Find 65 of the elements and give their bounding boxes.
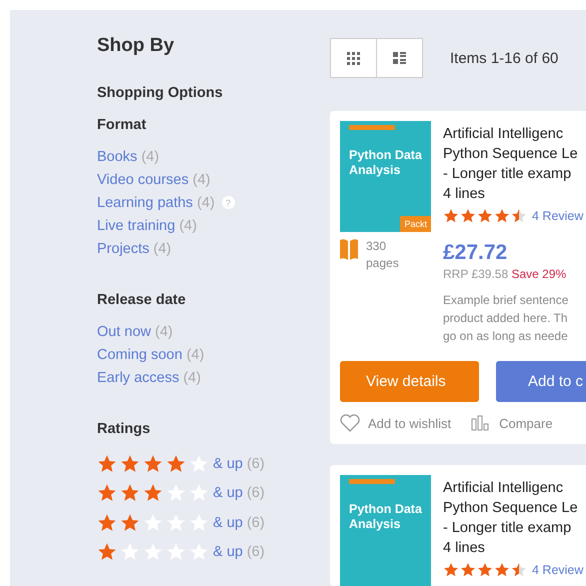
rating-stars[interactable]: [97, 454, 209, 474]
view-details-button[interactable]: View details: [340, 361, 479, 402]
reviews-link[interactable]: 4 Review: [532, 209, 584, 223]
filter-heading: Ratings: [97, 421, 152, 437]
filter-link[interactable]: Early access: [97, 370, 180, 386]
filter-link[interactable]: Learning paths: [97, 194, 193, 210]
filter-link[interactable]: Coming soon: [97, 346, 182, 362]
items-count: Items 1-16 of 60: [450, 50, 558, 66]
rating-link[interactable]: & up: [213, 544, 243, 560]
product-title: - Longer title examp: [443, 519, 572, 538]
rating-link[interactable]: & up: [213, 514, 243, 531]
filter-link[interactable]: Out now: [97, 324, 151, 340]
list-view-icon: [393, 52, 406, 64]
help-icon[interactable]: ?: [222, 196, 235, 209]
product-title: Python Sequence Le: [443, 145, 579, 164]
rating-stars[interactable]: [97, 512, 209, 533]
book-icon: [340, 238, 358, 260]
filter-count: (4): [155, 324, 173, 340]
cover-title: Python Data Analysis: [349, 502, 423, 532]
filter-count: (4): [179, 218, 197, 234]
filter-count: (4): [196, 194, 215, 210]
filter-count: (4): [192, 172, 210, 188]
compare-link[interactable]: Compare: [471, 415, 553, 431]
rating-link[interactable]: & up: [213, 485, 243, 502]
filter-count: (6): [246, 544, 265, 560]
product-title: Artificial Intelligenc: [443, 479, 564, 498]
product-description: go on as long as neede: [443, 328, 569, 345]
page-count: 330 pages: [366, 238, 399, 272]
product-title: - Longer title examp: [443, 165, 572, 184]
grid-view-button[interactable]: [330, 38, 377, 78]
filter-count: (4): [186, 346, 204, 362]
filter-count: (6): [246, 485, 265, 502]
filter-link[interactable]: Books: [97, 148, 138, 164]
filter-heading: Release date: [97, 292, 187, 308]
price: £27.72: [443, 241, 508, 265]
filter-count: (6): [246, 456, 265, 472]
filter-link[interactable]: Projects: [97, 240, 150, 256]
rrp-text: RRP £39.58 Save 29%: [443, 267, 568, 281]
reviews-link[interactable]: 4 Review: [532, 563, 584, 577]
grid-view-icon: [347, 52, 360, 64]
filter-count: (4): [141, 148, 160, 164]
heart-icon: [340, 414, 360, 432]
filter-heading: Format: [97, 117, 148, 133]
product-description: Example brief sentence: [443, 292, 570, 309]
product-description: product added here. Th: [443, 310, 569, 327]
filter-count: (4): [153, 240, 172, 256]
rating-stars[interactable]: [97, 542, 209, 562]
filter-link[interactable]: Live training: [97, 218, 176, 234]
section-heading: Shopping Options: [97, 85, 224, 101]
rating-link[interactable]: & up: [213, 456, 243, 472]
add-to-cart-button[interactable]: Add to c: [496, 361, 586, 402]
filter-count: (4): [183, 370, 201, 386]
cover-title: Python Data Analysis: [349, 148, 423, 178]
product-title: 4 lines: [443, 539, 486, 558]
publisher-label: Packt: [400, 216, 431, 232]
sidebar-title: Shop By: [97, 35, 176, 57]
bar-chart-icon: [471, 415, 492, 431]
list-view-button[interactable]: [376, 38, 423, 78]
product-title: Python Sequence Le: [443, 499, 579, 518]
wishlist-link[interactable]: Add to wishlist: [340, 414, 452, 432]
filter-link[interactable]: Video courses: [97, 172, 189, 188]
filter-count: (6): [246, 514, 265, 531]
product-title: Artificial Intelligenc: [443, 125, 564, 144]
rating-stars[interactable]: [97, 483, 209, 504]
product-title: 4 lines: [443, 185, 486, 204]
